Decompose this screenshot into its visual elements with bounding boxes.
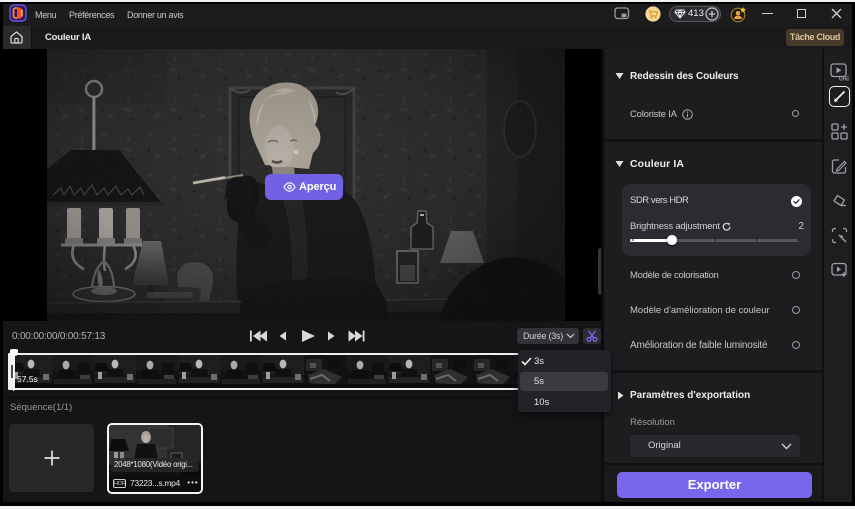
svg-text:UHD: UHD <box>839 77 849 81</box>
